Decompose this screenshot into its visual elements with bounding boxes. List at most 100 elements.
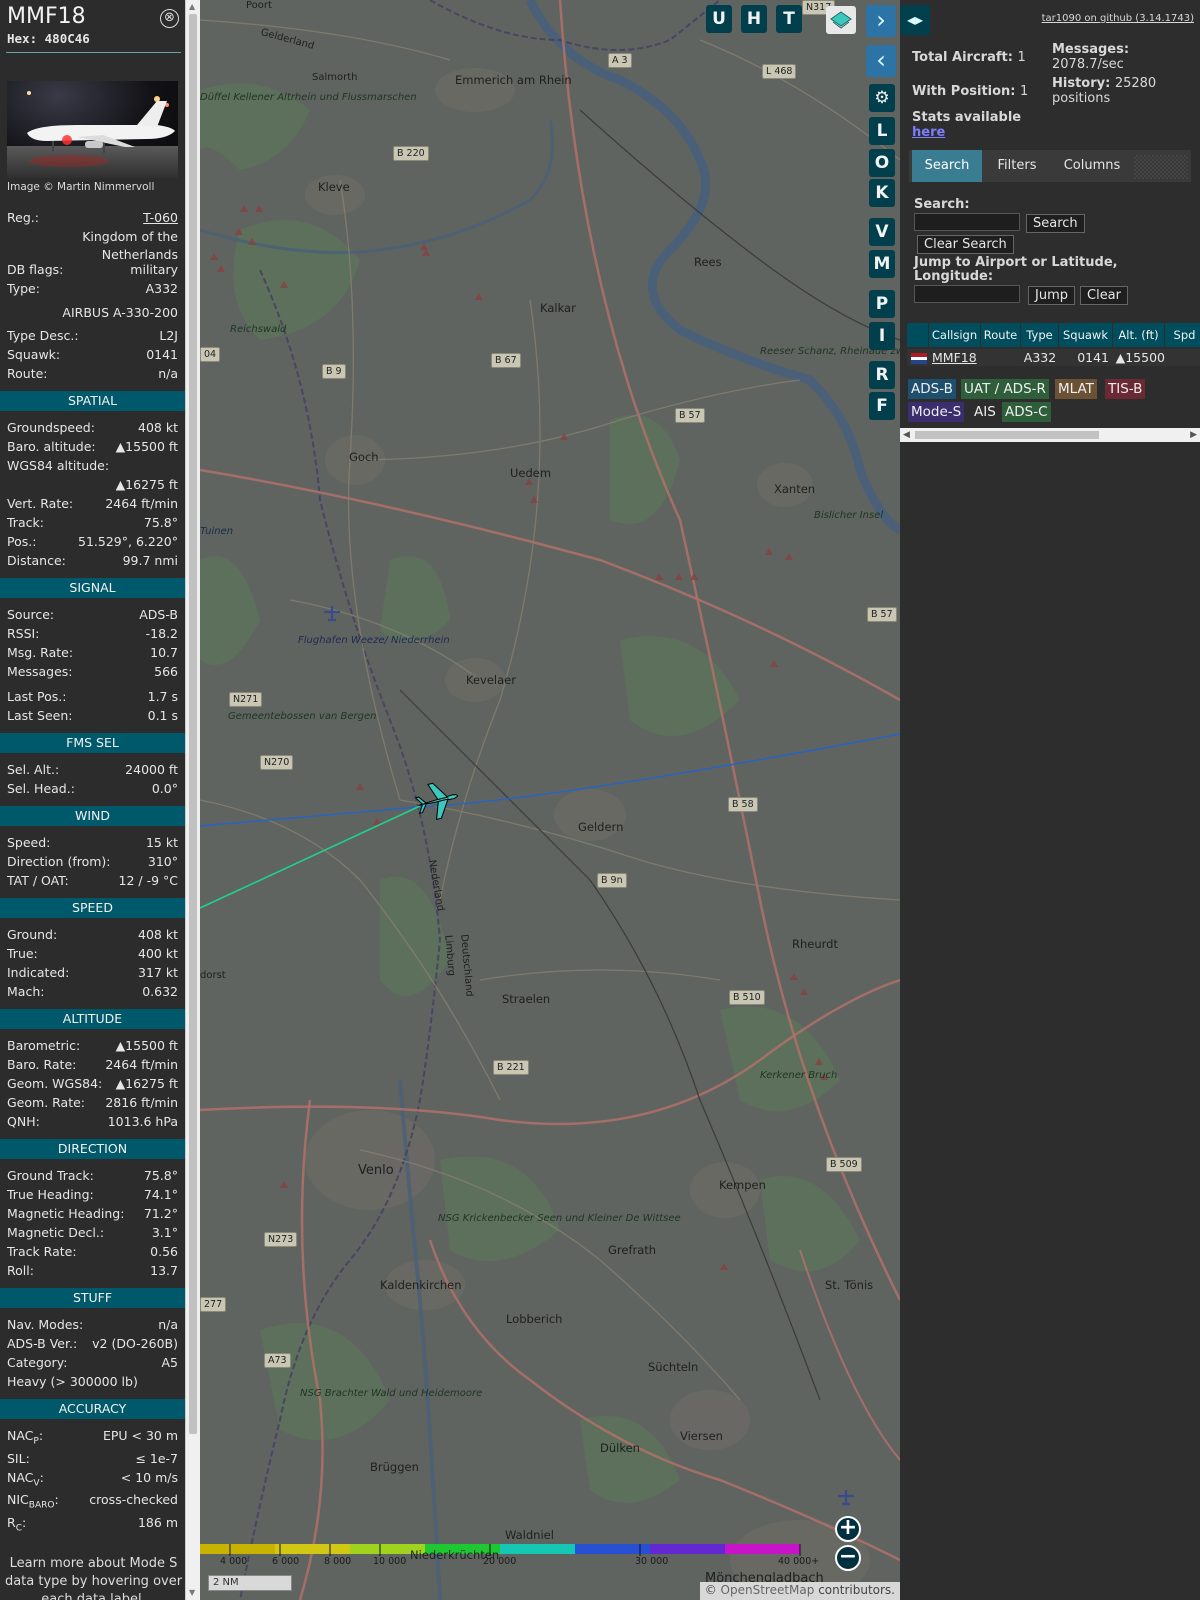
- messages-stat: Messages: 2078.7/sec: [1052, 42, 1129, 72]
- info-label: Mach:: [7, 984, 45, 999]
- toggle-i-button[interactable]: I: [869, 322, 895, 350]
- place-label: Kalkar: [540, 301, 576, 315]
- nature-label: Düffel Kellener Altrhein und Flussmarsch…: [200, 92, 417, 103]
- column-header-altitude[interactable]: Alt. (ft): [1113, 323, 1165, 347]
- aircraft-photo[interactable]: [7, 81, 178, 178]
- section-signal: SIGNAL: [0, 578, 185, 598]
- info-value: cross-checked: [89, 1492, 178, 1507]
- zoom-out-button[interactable]: −: [835, 1545, 861, 1571]
- column-header-squawk[interactable]: Squawk: [1059, 323, 1113, 347]
- stats-link[interactable]: here: [912, 125, 945, 140]
- scroll-right-icon[interactable]: ▶: [1190, 428, 1197, 442]
- clear-search-button[interactable]: Clear Search: [917, 235, 1014, 254]
- field-label: Type Desc.:: [7, 328, 79, 343]
- column-header-route[interactable]: Route: [981, 323, 1021, 347]
- jump-clear-button[interactable]: Clear: [1080, 286, 1128, 305]
- alt-scale-band: [575, 1544, 651, 1554]
- info-value: 400 kt: [138, 946, 178, 961]
- registration-link[interactable]: T-060: [143, 209, 178, 227]
- info-value: ▲16275 ft: [115, 1076, 178, 1091]
- info-label: Msg. Rate:: [7, 645, 74, 660]
- field-value: L2J: [159, 328, 178, 343]
- nature-label: Reichswald: [230, 324, 287, 335]
- search-input[interactable]: [914, 213, 1020, 231]
- info-row: RC: 186 m: [7, 1514, 178, 1534]
- field-label: Squawk:: [7, 347, 61, 362]
- info-row: QNH: 1013.6 hPa: [7, 1113, 178, 1131]
- road-badge: B 9: [322, 364, 346, 379]
- toggle-l-button[interactable]: L: [869, 117, 895, 145]
- toggle-r-button[interactable]: R: [869, 361, 895, 389]
- info-row: Direction (from): 310°: [7, 853, 178, 871]
- field-db-flags: DB flags: military: [7, 261, 178, 279]
- zoom-in-button[interactable]: +: [835, 1516, 861, 1542]
- info-value: -18.2: [145, 626, 178, 641]
- scroll-up-icon[interactable]: ▲: [189, 2, 195, 11]
- osm-link[interactable]: OpenStreetMap: [721, 1583, 815, 1597]
- expand-panel-button[interactable]: ◂▸: [900, 5, 930, 35]
- chevron-right-icon[interactable]: ›: [866, 5, 896, 37]
- scroll-down-icon[interactable]: ▼: [189, 1588, 195, 1597]
- toggle-u-button[interactable]: U: [706, 5, 732, 33]
- place-label: Lobberich: [506, 1312, 563, 1326]
- section-speed: SPEED: [0, 898, 185, 918]
- scrollbar-thumb[interactable]: [915, 431, 1099, 439]
- search-button[interactable]: Search: [1026, 214, 1085, 233]
- callsign-cell[interactable]: MMF18: [929, 349, 981, 366]
- info-value: 71.2°: [143, 1206, 178, 1221]
- column-header-callsign[interactable]: Callsign: [929, 323, 981, 347]
- info-value: 310°: [147, 854, 178, 869]
- info-row: Magnetic Decl.: 3.1°: [7, 1224, 178, 1242]
- callsign-title: MMF18: [7, 4, 86, 29]
- jump-button[interactable]: Jump: [1028, 286, 1075, 305]
- close-icon[interactable]: ⊗: [160, 9, 179, 28]
- place-label: Uedem: [510, 466, 552, 480]
- tab-search[interactable]: Search: [912, 150, 982, 182]
- tab-filters[interactable]: Filters: [986, 150, 1048, 182]
- scroll-left-icon[interactable]: ◀: [903, 428, 910, 442]
- info-panel-scrollbar[interactable]: ▲ ▼: [185, 0, 200, 1600]
- table-horizontal-scrollbar[interactable]: ◀ ▶: [900, 428, 1200, 442]
- toggle-m-button[interactable]: M: [869, 250, 895, 278]
- info-row: Pos.: 51.529°, 6.220°: [7, 533, 178, 551]
- place-label: Dülken: [600, 1441, 640, 1455]
- column-header-speed[interactable]: Spd: [1165, 323, 1200, 347]
- chevron-left-icon[interactable]: ‹: [866, 45, 896, 77]
- field-value: military: [130, 262, 178, 277]
- altitude-color-scale: [200, 1544, 801, 1556]
- settings-button[interactable]: ⚙: [869, 84, 895, 112]
- toggle-o-button[interactable]: O: [869, 149, 895, 177]
- github-link[interactable]: tar1090 on github (3.14.1743): [1042, 13, 1194, 24]
- info-value: n/a: [158, 1317, 178, 1332]
- info-label: Category:: [7, 1355, 68, 1370]
- toggle-k-button[interactable]: K: [869, 179, 895, 207]
- tab-columns[interactable]: Columns: [1052, 150, 1132, 182]
- info-row: Groundspeed: 408 kt: [7, 419, 178, 437]
- map-view[interactable]: Poort Gelderland Emmerich am Rhein Salmo…: [200, 0, 900, 1600]
- nature-label: Bislicher Insel: [814, 510, 884, 521]
- column-header-type[interactable]: Type: [1021, 323, 1059, 347]
- info-label: Geom. WGS84:: [7, 1076, 103, 1091]
- stat-label: Total Aircraft:: [912, 50, 1013, 65]
- column-header-flag[interactable]: [907, 323, 929, 347]
- airport-icon: [838, 1490, 854, 1506]
- toggle-v-button[interactable]: V: [869, 218, 895, 246]
- toggle-t-button[interactable]: T: [776, 5, 802, 33]
- section-fms: FMS SEL: [0, 733, 185, 753]
- layers-button[interactable]: [826, 6, 856, 34]
- toggle-p-button[interactable]: P: [869, 290, 895, 318]
- info-label: True Heading:: [7, 1187, 94, 1202]
- scrollbar-thumb[interactable]: [189, 14, 197, 1434]
- info-value: EPU < 30 m: [102, 1428, 178, 1443]
- info-label: NACV:: [7, 1470, 44, 1489]
- tab-filler: [1134, 155, 1188, 179]
- field-type: Type: A332: [7, 280, 178, 298]
- search-label: Search:: [914, 197, 970, 212]
- stat-value: 1: [1020, 84, 1029, 99]
- info-label: Geom. Rate:: [7, 1095, 86, 1110]
- jump-input[interactable]: [914, 285, 1020, 303]
- altitude-cell: ▲15500: [1113, 349, 1165, 366]
- road-badge: N271: [229, 692, 263, 707]
- toggle-f-button[interactable]: F: [869, 392, 895, 420]
- toggle-h-button[interactable]: H: [741, 5, 767, 33]
